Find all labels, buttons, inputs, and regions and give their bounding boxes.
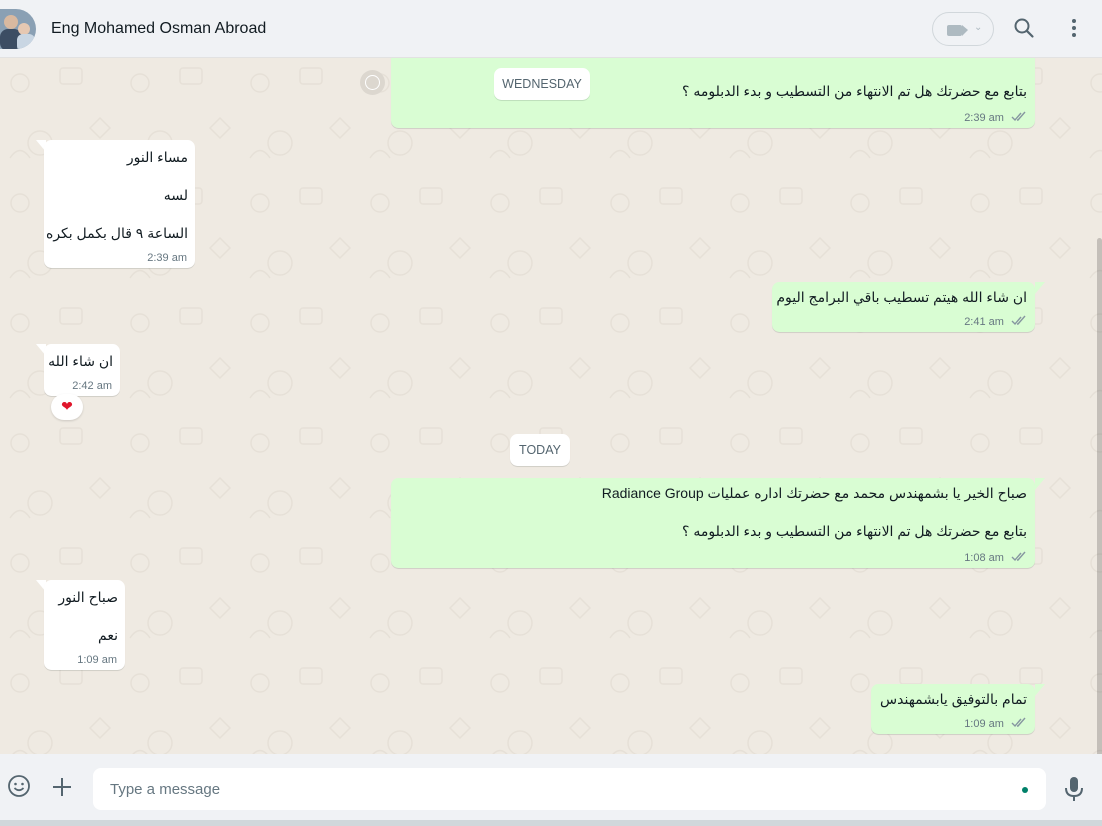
message-time: 2:39 am	[147, 252, 187, 264]
message-text: لسه	[163, 187, 188, 203]
message-meta: 1:09 am	[964, 717, 1027, 730]
message-text: صباح النور	[58, 589, 118, 605]
read-ticks-icon	[1011, 111, 1026, 122]
date-chip: TODAY	[510, 434, 570, 466]
contact-name[interactable]: Eng Mohamed Osman Abroad	[51, 20, 266, 38]
read-ticks-icon	[1011, 717, 1026, 728]
message-time: 2:42 am	[72, 380, 112, 392]
menu-icon[interactable]	[1062, 16, 1086, 40]
chevron-down-icon: ⌄	[974, 22, 983, 33]
message-time: 1:08 am	[964, 552, 1004, 564]
message-time: 2:39 am	[964, 112, 1004, 124]
message-text: الساعة ٩ قال بكمل بكره	[45, 225, 188, 241]
message-meta: 2:39 am	[964, 111, 1027, 124]
message-outgoing[interactable]: صباح الخير يا بشمهندس محمد مع حضرتك ادار…	[391, 478, 1035, 568]
chat-area[interactable]: … بتابع مع حضرتك هل تم الانتهاء من التسط…	[0, 58, 1102, 754]
video-call-icon	[947, 25, 962, 36]
message-text: ان شاء الله	[48, 353, 113, 369]
video-call-button[interactable]: ⌄	[932, 12, 994, 46]
contact-avatar[interactable]	[0, 9, 36, 49]
microphone-icon[interactable]	[1062, 775, 1086, 803]
message-time: 1:09 am	[77, 654, 117, 666]
avatar-photo-part	[17, 34, 35, 49]
read-ticks-icon	[1011, 551, 1026, 562]
message-incoming[interactable]: مساء النور لسه الساعة ٩ قال بكمل بكره 2:…	[44, 140, 195, 268]
search-icon[interactable]	[1012, 16, 1036, 40]
emoji-icon[interactable]	[7, 774, 31, 798]
compose-bar	[0, 754, 1102, 826]
message-text: تمام بالتوفيق يابشمهندس	[880, 691, 1027, 707]
status-dot	[1022, 787, 1028, 793]
chat-header: Eng Mohamed Osman Abroad ⌄	[0, 0, 1102, 58]
message-input[interactable]	[93, 768, 1046, 810]
message-meta: 2:41 am	[964, 315, 1027, 328]
message-outgoing[interactable]: ان شاء الله هيتم تسطيب باقي البرامج اليو…	[772, 282, 1035, 332]
message-time: 2:41 am	[964, 316, 1004, 328]
message-meta: 1:08 am	[964, 551, 1027, 564]
message-text: نعم	[98, 627, 118, 643]
message-incoming[interactable]: صباح النور نعم 1:09 am	[44, 580, 125, 670]
message-text: بتابع مع حضرتك هل تم الانتهاء من التسطيب…	[682, 83, 1027, 99]
message-outgoing[interactable]: … بتابع مع حضرتك هل تم الانتهاء من التسط…	[391, 58, 1035, 128]
reaction-heart-icon[interactable]: ❤	[51, 394, 83, 420]
smile-icon	[365, 75, 380, 90]
avatar-photo-part	[4, 15, 18, 29]
window-bottom-border	[0, 820, 1102, 826]
message-text: مساء النور	[126, 149, 188, 165]
emoji-react-button[interactable]	[360, 70, 385, 95]
video-lens-icon	[962, 25, 968, 36]
message-outgoing[interactable]: تمام بالتوفيق يابشمهندس 1:09 am	[871, 684, 1035, 734]
read-ticks-icon	[1011, 315, 1026, 326]
message-text-partial: …	[1013, 58, 1027, 61]
chat-scrollbar[interactable]	[1097, 238, 1102, 754]
message-incoming[interactable]: ان شاء الله 2:42 am	[44, 344, 120, 396]
message-text: صباح الخير يا بشمهندس محمد مع حضرتك ادار…	[601, 485, 1027, 501]
date-chip: WEDNESDAY	[494, 68, 590, 100]
message-time: 1:09 am	[964, 718, 1004, 730]
plus-icon[interactable]	[50, 775, 74, 799]
message-text: بتابع مع حضرتك هل تم الانتهاء من التسطيب…	[682, 523, 1027, 539]
message-text: ان شاء الله هيتم تسطيب باقي البرامج اليو…	[776, 289, 1027, 305]
